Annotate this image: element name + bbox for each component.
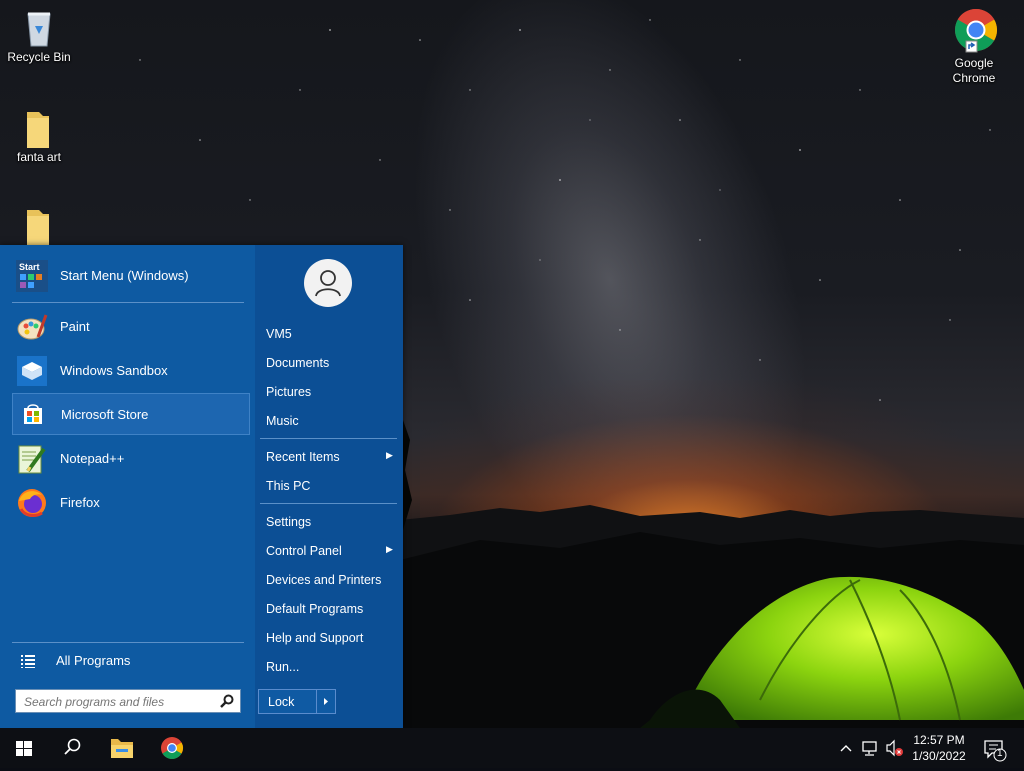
link-label: Run... [266, 660, 300, 674]
link-label: Devices and Printers [266, 573, 382, 587]
program-microsoft-store[interactable]: Microsoft Store [12, 393, 250, 435]
submenu-arrow-icon: ▶ [386, 544, 393, 554]
link-user-folder[interactable]: VM5 [266, 327, 292, 341]
program-label: Windows Sandbox [60, 363, 168, 378]
desktop-icon-recycle-bin[interactable]: Recycle Bin [1, 8, 77, 65]
start-menu-programs-pane: Start Start Menu (Windows) Paint Windows… [0, 245, 255, 728]
firefox-icon [16, 487, 48, 519]
program-firefox[interactable]: Firefox [12, 482, 250, 524]
link-label: Default Programs [266, 602, 364, 616]
search-programs-box[interactable] [15, 689, 241, 713]
all-programs-label: All Programs [56, 653, 131, 668]
link-devices-and-printers[interactable]: Devices and Printers [266, 573, 381, 587]
network-icon [862, 741, 877, 756]
taskbar-search-button[interactable] [48, 728, 96, 768]
start-tile-text: Start [19, 262, 40, 272]
link-control-panel[interactable]: Control Panel ▶ [266, 544, 396, 558]
link-music[interactable]: Music [266, 414, 299, 428]
program-paint[interactable]: Paint [12, 306, 250, 348]
link-settings[interactable]: Settings [266, 515, 311, 529]
store-icon [17, 399, 49, 431]
start-button[interactable] [0, 728, 48, 768]
link-label: VM5 [266, 327, 292, 341]
link-label: Settings [266, 515, 312, 529]
notification-count: 1 [997, 748, 1003, 759]
network-tray-button[interactable] [858, 728, 882, 768]
program-start-menu-windows[interactable]: Start Start Menu (Windows) [12, 255, 250, 297]
start-menu: Start Start Menu (Windows) Paint Windows… [0, 245, 403, 728]
system-clock[interactable]: 12:57 PM 1/30/2022 [906, 732, 972, 764]
link-help-and-support[interactable]: Help and Support [266, 631, 363, 645]
sandbox-icon [16, 355, 48, 387]
chevron-up-icon [840, 745, 852, 752]
link-label: Pictures [266, 385, 312, 399]
clock-time: 12:57 PM [913, 733, 965, 747]
taskbar-file-explorer[interactable] [98, 728, 146, 768]
recycle-bin-icon [19, 8, 59, 48]
chrome-icon [161, 737, 183, 759]
user-avatar-icon[interactable] [304, 259, 352, 307]
desktop-icon-label: Google Chrome [952, 56, 996, 85]
chrome-icon [951, 8, 998, 54]
volume-tray-button[interactable] [882, 728, 906, 768]
desktop-icon-google-chrome[interactable]: Google Chrome [936, 8, 1012, 86]
separator [12, 642, 244, 643]
lock-label: Lock [268, 695, 295, 709]
desktop-icon-label: fanta art [16, 150, 62, 164]
start-menu-icon: Start [16, 260, 48, 292]
link-label: This PC [266, 479, 311, 493]
desktop-icon-folder-2[interactable] [1, 206, 77, 248]
program-label: Start Menu (Windows) [60, 268, 189, 283]
clock-date: 1/30/2022 [912, 749, 966, 763]
link-label: Help and Support [266, 631, 364, 645]
link-default-programs[interactable]: Default Programs [266, 602, 363, 616]
list-icon [21, 654, 35, 669]
volume-muted-icon [886, 739, 903, 757]
program-label: Notepad++ [60, 451, 125, 466]
program-label: Paint [60, 319, 90, 334]
separator [260, 438, 397, 439]
search-input[interactable] [22, 691, 216, 713]
start-menu-links-pane: VM5 Documents Pictures Music Recent Item… [255, 245, 403, 728]
link-run[interactable]: Run... [266, 660, 299, 674]
notepadpp-icon [16, 443, 48, 475]
program-label: Microsoft Store [61, 407, 149, 422]
taskbar: 12:57 PM 1/30/2022 1 [0, 728, 1024, 768]
link-pictures[interactable]: Pictures [266, 385, 311, 399]
folder-icon [19, 108, 59, 148]
lock-options-arrow[interactable] [316, 690, 336, 713]
folder-icon [19, 206, 59, 246]
search-icon [64, 738, 81, 755]
taskbar-chrome[interactable] [148, 728, 196, 768]
link-label: Music [266, 414, 299, 428]
all-programs-button[interactable]: All Programs [12, 645, 250, 677]
desktop-icon-label: Recycle Bin [7, 50, 71, 64]
action-center-button[interactable]: 1 [980, 728, 1010, 768]
program-windows-sandbox[interactable]: Windows Sandbox [12, 350, 250, 392]
link-label: Control Panel [266, 544, 342, 558]
link-label: Documents [266, 356, 330, 370]
desktop-icon-folder[interactable]: fanta art [1, 108, 77, 165]
search-icon [220, 694, 234, 708]
link-this-pc[interactable]: This PC [266, 479, 310, 493]
separator [12, 302, 244, 303]
notification-icon [984, 740, 1007, 762]
separator [260, 503, 397, 504]
program-notepad-plus-plus[interactable]: Notepad++ [12, 438, 250, 480]
link-label: Recent Items [266, 450, 340, 464]
windows-start-icon [16, 741, 32, 756]
link-documents[interactable]: Documents [266, 356, 329, 370]
link-recent-items[interactable]: Recent Items ▶ [266, 450, 396, 464]
file-explorer-icon [111, 739, 133, 758]
lock-button[interactable]: Lock [258, 689, 336, 714]
program-label: Firefox [60, 495, 100, 510]
show-hidden-icons-button[interactable] [836, 728, 856, 768]
paint-icon [16, 311, 48, 343]
submenu-arrow-icon: ▶ [386, 450, 393, 460]
